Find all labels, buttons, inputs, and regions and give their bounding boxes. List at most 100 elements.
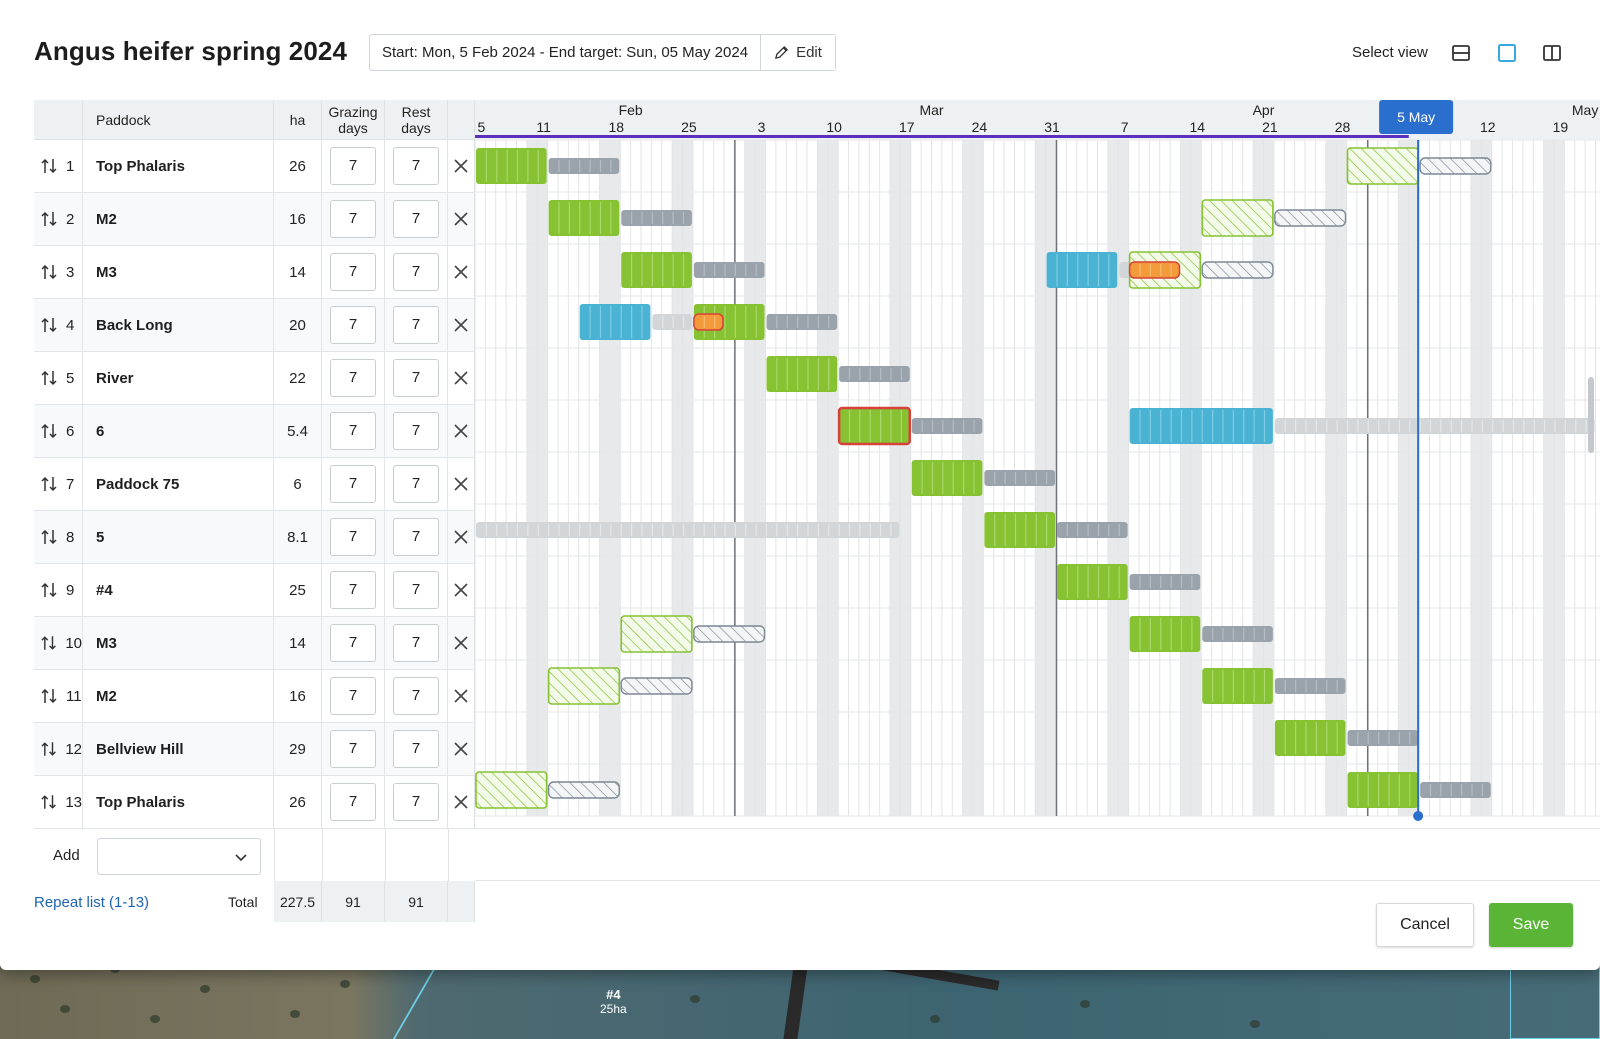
planned-rest-bar[interactable] (1201, 261, 1274, 279)
reorder-arrows-icon[interactable] (40, 316, 58, 334)
row-handle[interactable]: 11 (34, 670, 83, 722)
actual-rest-bar[interactable] (476, 522, 900, 538)
totals-row: Repeat list (1-13) Total 227.5 91 91 (34, 881, 475, 922)
grazing-days-input[interactable]: 7 (330, 412, 376, 450)
overlap-bar[interactable] (693, 313, 724, 331)
grazing-days-input[interactable]: 7 (330, 147, 376, 185)
grazing-days-input[interactable]: 7 (330, 200, 376, 238)
remove-row-button[interactable] (448, 405, 475, 457)
rest-days-input[interactable]: 7 (393, 783, 439, 821)
reorder-arrows-icon[interactable] (40, 422, 58, 440)
save-button[interactable]: Save (1489, 903, 1573, 947)
grazing-days-input[interactable]: 7 (330, 677, 376, 715)
reorder-arrows-icon[interactable] (40, 634, 57, 652)
remove-row-button[interactable] (448, 723, 475, 775)
row-handle[interactable]: 13 (34, 776, 83, 828)
rest-days-input[interactable]: 7 (393, 253, 439, 291)
rest-days-input[interactable]: 7 (393, 306, 439, 344)
planned-graze-bar[interactable] (1346, 147, 1419, 185)
rest-days-input[interactable]: 7 (393, 147, 439, 185)
row-handle[interactable]: 3 (34, 246, 83, 298)
planned-graze-bar[interactable] (1201, 199, 1274, 237)
cancel-button[interactable]: Cancel (1376, 903, 1474, 947)
month-label: Apr (1253, 102, 1275, 118)
row-handle[interactable]: 7 (34, 458, 83, 510)
planned-rest-bar[interactable] (1419, 157, 1492, 175)
actual-rest-bar[interactable] (1274, 418, 1595, 434)
row-handle[interactable]: 10 (34, 617, 83, 669)
grazing-days-input[interactable]: 7 (330, 624, 376, 662)
row-handle[interactable]: 12 (34, 723, 83, 775)
rest-days-input[interactable]: 7 (393, 730, 439, 768)
actual-graze-bar[interactable] (1129, 408, 1273, 444)
row-handle[interactable]: 5 (34, 352, 83, 404)
grazing-days-input[interactable]: 7 (330, 253, 376, 291)
rows-icon[interactable] (1451, 43, 1471, 63)
grazing-days-input[interactable]: 7 (330, 730, 376, 768)
grazing-days-input[interactable]: 7 (330, 465, 376, 503)
grazing-days-input[interactable]: 7 (330, 783, 376, 821)
planned-rest-bar[interactable] (1274, 209, 1347, 227)
remove-row-button[interactable] (448, 564, 475, 616)
remove-row-button[interactable] (448, 246, 475, 298)
remove-row-button[interactable] (448, 458, 475, 510)
vertical-scrollbar[interactable] (1588, 377, 1594, 453)
repeat-list-link[interactable]: Repeat list (1-13) (34, 894, 149, 911)
planned-rest-bar[interactable] (693, 625, 766, 643)
overlap-bar[interactable] (1128, 261, 1181, 279)
reorder-arrows-icon[interactable] (40, 369, 58, 387)
grazing-days-input[interactable]: 7 (330, 306, 376, 344)
rest-days-input[interactable]: 7 (393, 571, 439, 609)
reorder-arrows-icon[interactable] (40, 475, 58, 493)
rest-days-input[interactable]: 7 (393, 677, 439, 715)
rest-days-input[interactable]: 7 (393, 200, 439, 238)
single-panel-icon[interactable] (1497, 43, 1517, 63)
planned-rest-bar[interactable] (547, 781, 620, 799)
reorder-arrows-icon[interactable] (40, 581, 58, 599)
row-handle[interactable]: 8 (34, 511, 83, 563)
rest-days-input[interactable]: 7 (393, 518, 439, 556)
reorder-arrows-icon[interactable] (40, 687, 58, 705)
reorder-arrows-icon[interactable] (40, 157, 58, 175)
planned-graze-bar[interactable] (547, 667, 621, 705)
reorder-arrows-icon[interactable] (40, 528, 58, 546)
split-columns-icon[interactable] (1542, 43, 1562, 63)
remove-row-button[interactable] (448, 617, 475, 669)
row-handle[interactable]: 1 (34, 140, 83, 192)
reorder-arrows-icon[interactable] (40, 210, 58, 228)
actual-rest-bar[interactable] (652, 314, 692, 330)
rest-days-input[interactable]: 7 (393, 412, 439, 450)
planned-graze-bar[interactable] (475, 771, 548, 809)
rest-days-input[interactable]: 7 (393, 359, 439, 397)
weekend-shade (744, 140, 756, 816)
edit-dates-button[interactable]: Edit (761, 35, 835, 70)
remove-row-button[interactable] (448, 299, 475, 351)
rest-days-input[interactable]: 7 (393, 624, 439, 662)
planned-graze-bar[interactable] (620, 615, 693, 653)
add-paddock-select[interactable] (97, 838, 261, 875)
row-handle[interactable]: 6 (34, 405, 83, 457)
grazing-days-input[interactable]: 7 (330, 518, 376, 556)
planned-rest-bar[interactable] (620, 677, 693, 695)
paddock-ha: 20 (274, 299, 322, 351)
today-dot[interactable] (1413, 811, 1424, 821)
reorder-arrows-icon[interactable] (40, 740, 57, 758)
row-handle[interactable]: 4 (34, 299, 83, 351)
grazing-days-input[interactable]: 7 (330, 571, 376, 609)
remove-row-button[interactable] (448, 670, 475, 722)
remove-row-button[interactable] (448, 776, 475, 828)
grazing-days-input[interactable]: 7 (330, 359, 376, 397)
table-row: 2 M2 16 7 7 (34, 193, 475, 246)
remove-row-button[interactable] (448, 140, 475, 192)
gantt-chart[interactable]: Feb Mar Apr May 5 11 18 25 3 10 17 24 31 7 14 21 28 12 19 5… (475, 100, 1600, 828)
reorder-arrows-icon[interactable] (40, 793, 57, 811)
reorder-arrows-icon[interactable] (40, 263, 58, 281)
remove-row-button[interactable] (448, 352, 475, 404)
remove-row-button[interactable] (448, 511, 475, 563)
gantt-svg[interactable]: Feb Mar Apr May 5 11 18 25 3 10 17 24 31 7 14 21 28 12 19 5… (475, 100, 1600, 828)
row-handle[interactable]: 2 (34, 193, 83, 245)
row-handle[interactable]: 9 (34, 564, 83, 616)
grazing-days-cell: 7 (322, 299, 385, 351)
rest-days-input[interactable]: 7 (393, 465, 439, 503)
remove-row-button[interactable] (448, 193, 475, 245)
